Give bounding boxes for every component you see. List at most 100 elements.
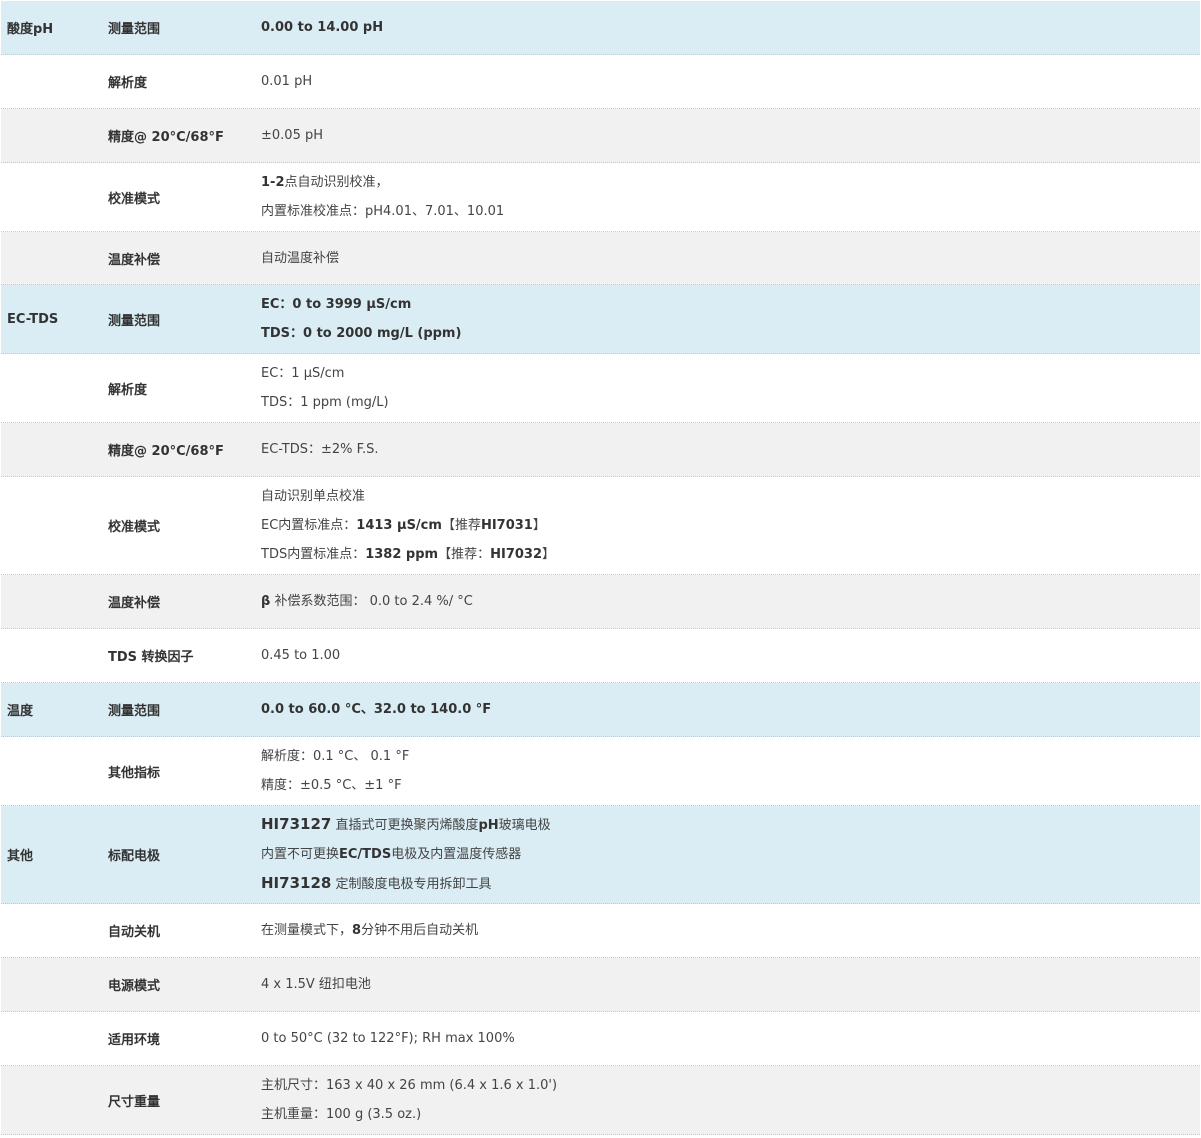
category-cell: 其他 xyxy=(7,849,34,864)
value-text: ±0.05 pH xyxy=(261,128,323,143)
value-cell: 在测量模式下，8分钟不用后自动关机 xyxy=(261,916,1200,945)
value-line: 内置标准校准点：pH4.01、7.01、10.01 xyxy=(261,197,1200,226)
value-text: 自动温度补偿 xyxy=(261,250,340,266)
value-line: HI73128 定制酸度电极专用拆卸工具 xyxy=(261,869,1200,899)
value-line: 解析度：0.1 °C、 0.1 °F xyxy=(261,742,1200,771)
table-row: 解析度 EC：1 µS/cm TDS：1 ppm (mg/L) xyxy=(1,354,1200,423)
value-text: 8 xyxy=(352,923,362,938)
value-line: TDS：0 to 2000 mg/L (ppm) xyxy=(261,319,1200,348)
parameter-cell: 温度补偿 xyxy=(108,596,161,611)
value-text: 补偿系数范围： 0.0 to 2.4 %/ °C xyxy=(270,594,473,609)
value-line: EC-TDS：±2% F.S. xyxy=(261,435,1200,464)
parameter-cell: 自动关机 xyxy=(108,925,161,940)
value-cell: EC-TDS：±2% F.S. xyxy=(261,435,1200,464)
table-row: TDS 转换因子 0.45 to 1.00 xyxy=(1,629,1200,683)
value-text: 1-2 xyxy=(261,175,285,190)
table-row: 校准模式 1-2点自动识别校准， 内置标准校准点：pH4.01、7.01、10.01 xyxy=(1,163,1200,232)
value-text: 0.00 to 14.00 pH xyxy=(261,20,384,35)
value-cell: 1-2点自动识别校准， 内置标准校准点：pH4.01、7.01、10.01 xyxy=(261,168,1200,226)
parameter-cell: 适用环境 xyxy=(108,1033,161,1048)
value-text: 4 x 1.5V 纽扣电池 xyxy=(261,977,371,992)
value-text: 直插式可更换聚丙烯酸度 xyxy=(331,818,479,833)
value-line: 1-2点自动识别校准， xyxy=(261,168,1200,197)
parameter-cell: 校准模式 xyxy=(108,191,161,207)
value-text: EC：1 µS/cm xyxy=(261,366,345,381)
value-text: 内置不可更换 xyxy=(261,847,340,862)
table-row: 尺寸重量 主机尺寸：163 x 40 x 26 mm (6.4 x 1.6 x 1… xyxy=(1,1066,1200,1135)
parameter-cell: 测量范围 xyxy=(108,22,161,37)
value-text: 玻璃电极 xyxy=(498,818,551,833)
table-row: 解析度 0.01 pH xyxy=(1,55,1200,109)
value-text: HI73128 xyxy=(261,874,332,892)
parameter-cell: 精度@ 20°C/68°F xyxy=(108,444,224,459)
value-text: 【推荐 xyxy=(441,518,481,533)
category-cell: EC-TDS xyxy=(7,311,59,327)
table-row: 精度@ 20°C/68°F ±0.05 pH xyxy=(1,109,1200,163)
category-cell: 温度 xyxy=(7,704,34,719)
value-line: 自动识别单点校准 xyxy=(261,482,1200,511)
table-row: 酸度pH 测量范围 0.00 to 14.00 pH xyxy=(1,1,1200,55)
value-line: HI73127 直插式可更换聚丙烯酸度pH玻璃电极 xyxy=(261,810,1200,840)
value-cell: 0.01 pH xyxy=(261,67,1200,96)
value-cell: 0 to 50°C (32 to 122°F); RH max 100% xyxy=(261,1024,1200,1053)
value-line: 精度：±0.5 °C、±1 °F xyxy=(261,771,1200,800)
value-cell: 自动温度补偿 xyxy=(261,244,1200,273)
value-cell: ±0.05 pH xyxy=(261,121,1200,150)
value-line: 自动温度补偿 xyxy=(261,244,1200,273)
value-text: 0 to 50°C (32 to 122°F); RH max 100% xyxy=(261,1031,515,1046)
value-text: 分钟不用后自动关机 xyxy=(361,923,479,938)
parameter-cell: 标配电极 xyxy=(108,849,161,864)
value-line: 0.45 to 1.00 xyxy=(261,641,1200,670)
value-cell: β 补偿系数范围： 0.0 to 2.4 %/ °C xyxy=(261,587,1200,616)
value-text: pH xyxy=(478,818,499,833)
value-text: 0.45 to 1.00 xyxy=(261,648,341,663)
value-cell: EC：0 to 3999 µS/cm TDS：0 to 2000 mg/L (pp… xyxy=(261,290,1200,348)
table-row: 电源模式 4 x 1.5V 纽扣电池 xyxy=(1,958,1200,1012)
parameter-cell: 解析度 xyxy=(108,382,148,398)
value-text: 在测量模式下， xyxy=(261,923,353,938)
table-row: EC-TDS 测量范围 EC：0 to 3999 µS/cm TDS：0 to 200… xyxy=(1,285,1200,354)
value-text: 内置标准校准点：pH4.01、7.01、10.01 xyxy=(261,204,505,219)
value-cell: 解析度：0.1 °C、 0.1 °F 精度：±0.5 °C、±1 °F xyxy=(261,742,1200,800)
value-cell: 主机尺寸：163 x 40 x 26 mm (6.4 x 1.6 x 1.0')… xyxy=(261,1071,1200,1129)
value-line: 主机重量：100 g (3.5 oz.) xyxy=(261,1100,1200,1129)
value-text: 】 xyxy=(542,547,556,562)
value-text: EC-TDS：±2% F.S. xyxy=(261,442,379,457)
table-row: 温度补偿 β 补偿系数范围： 0.0 to 2.4 %/ °C xyxy=(1,575,1200,629)
value-line: 0 to 50°C (32 to 122°F); RH max 100% xyxy=(261,1024,1200,1053)
value-line: EC：1 µS/cm xyxy=(261,359,1200,388)
table-row: 温度补偿 自动温度补偿 xyxy=(1,232,1200,285)
value-line: EC：0 to 3999 µS/cm xyxy=(261,290,1200,319)
table-row: 精度@ 20°C/68°F EC-TDS：±2% F.S. xyxy=(1,423,1200,477)
value-cell: 0.00 to 14.00 pH xyxy=(261,13,1200,42)
value-text: 1413 µS/cm xyxy=(356,518,442,533)
parameter-cell: 测量范围 xyxy=(108,704,161,719)
value-text: HI7032 xyxy=(490,547,543,562)
value-text: 0.01 pH xyxy=(261,74,313,89)
value-text: 】 xyxy=(532,518,546,533)
parameter-cell: 尺寸重量 xyxy=(108,1094,161,1110)
value-line: β 补偿系数范围： 0.0 to 2.4 %/ °C xyxy=(261,587,1200,616)
value-cell: 4 x 1.5V 纽扣电池 xyxy=(261,970,1200,999)
parameter-cell: 精度@ 20°C/68°F xyxy=(108,130,224,145)
parameter-cell: 校准模式 xyxy=(108,520,161,535)
value-text: EC/TDS xyxy=(339,847,392,862)
value-text: TDS内置标准点： xyxy=(261,547,366,562)
value-text: TDS：1 ppm (mg/L) xyxy=(261,395,389,410)
value-line: 0.01 pH xyxy=(261,67,1200,96)
value-text: HI7031 xyxy=(480,518,533,533)
value-line: TDS内置标准点：1382 ppm【推荐：HI7032】 xyxy=(261,540,1200,569)
value-line: 4 x 1.5V 纽扣电池 xyxy=(261,970,1200,999)
value-text: 精度：±0.5 °C、±1 °F xyxy=(261,778,402,793)
value-text: 1382 ppm xyxy=(365,547,439,562)
parameter-cell: 电源模式 xyxy=(108,979,161,994)
spec-table: 酸度pH 测量范围 0.00 to 14.00 pH 解析度 0.01 pH 精度@ 20… xyxy=(1,1,1200,1135)
value-line: ±0.05 pH xyxy=(261,121,1200,150)
value-text: 【推荐： xyxy=(438,547,491,562)
value-line: TDS：1 ppm (mg/L) xyxy=(261,388,1200,417)
parameter-cell: TDS 转换因子 xyxy=(108,650,194,665)
parameter-cell: 温度补偿 xyxy=(108,252,161,268)
table-row: 自动关机 在测量模式下，8分钟不用后自动关机 xyxy=(1,904,1200,958)
value-line: 0.00 to 14.00 pH xyxy=(261,13,1200,42)
value-line: 内置不可更换EC/TDS电极及内置温度传感器 xyxy=(261,840,1200,869)
